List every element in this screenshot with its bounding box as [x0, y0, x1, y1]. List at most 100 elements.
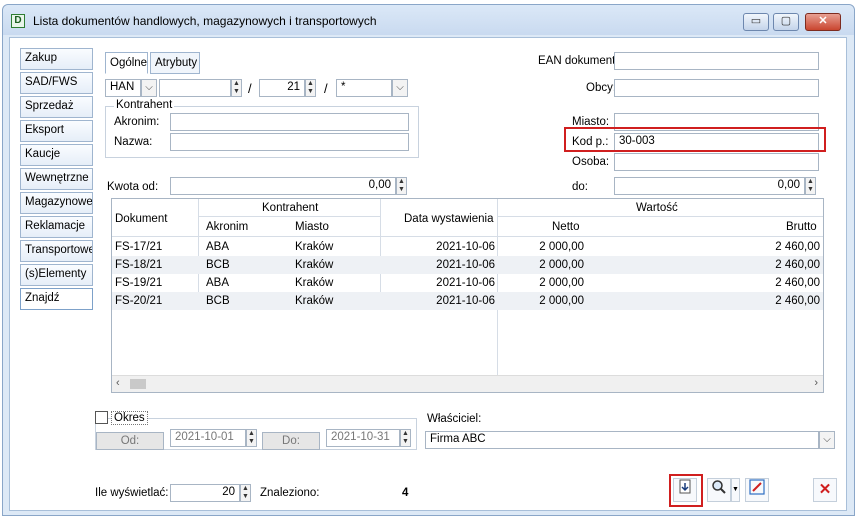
cell-akronim: BCB	[206, 259, 230, 271]
kwota-do-label: do:	[572, 181, 588, 193]
sidebar-item-transportowe[interactable]: Transportowe	[20, 240, 93, 262]
ile-wyswietlac-label: Ile wyświetlać:	[95, 487, 169, 499]
wlasciciel-dropdown-icon[interactable]: ⌵	[819, 431, 835, 449]
sidebar-item-zakup[interactable]: Zakup	[20, 48, 93, 70]
header-kontrahent[interactable]: Kontrahent	[262, 202, 318, 214]
cell-akronim: ABA	[206, 277, 230, 289]
sidebar-item-wewnetrzne[interactable]: Wewnętrzne	[20, 168, 93, 190]
cell-dokument: FS-18/21	[115, 259, 163, 271]
kwota-od-label: Kwota od:	[107, 181, 159, 193]
header-akronim[interactable]: Akronim	[206, 221, 248, 233]
grid-line	[112, 236, 823, 237]
table-row[interactable]: FS-18/21 BCB Kraków 2021-10-06 2 000,00 …	[112, 256, 823, 274]
cell-dokument: FS-20/21	[115, 295, 163, 307]
table-row[interactable]: FS-17/21 ABA Kraków 2021-10-06 2 000,00 …	[112, 238, 823, 256]
cell-dokument: FS-17/21	[115, 241, 163, 253]
cell-brutto: 2 460,00	[775, 259, 820, 271]
window: D Lista dokumentów handlowych, magazynow…	[2, 4, 855, 516]
title-bar: D Lista dokumentów handlowych, magazynow…	[3, 5, 854, 35]
ile-wyswietlac-stepper[interactable]: ▲ ▼	[240, 484, 251, 502]
tab-atrybuty[interactable]: Atrybuty	[150, 52, 200, 74]
table-row[interactable]: FS-20/21 BCB Kraków 2021-10-06 2 000,00 …	[112, 292, 823, 310]
kontrahent-group-label: Kontrahent	[114, 99, 175, 111]
year-stepper[interactable]: ▲ ▼	[305, 79, 316, 97]
sidebar-item-reklamacje[interactable]: Reklamacje	[20, 216, 93, 238]
sidebar-item-selementy[interactable]: (s)Elementy	[20, 264, 93, 286]
export-highlight-frame	[669, 474, 703, 507]
edit-icon[interactable]	[745, 478, 769, 502]
ean-input[interactable]	[614, 52, 819, 70]
scroll-right-icon[interactable]: ›	[814, 377, 818, 389]
cell-netto: 2 000,00	[539, 241, 584, 253]
cell-netto: 2 000,00	[539, 277, 584, 289]
od-button[interactable]: Od:	[96, 432, 164, 450]
header-data-wystawienia[interactable]: Data wystawienia	[404, 213, 493, 225]
okres-label: Okres	[111, 411, 148, 425]
kwota-do-input[interactable]: 0,00	[614, 177, 805, 195]
tab-ogolne[interactable]: Ogólne	[105, 52, 148, 74]
documents-table[interactable]: Dokument Kontrahent Akronim Miasto Data …	[111, 198, 824, 393]
znaleziono-count: 4	[402, 487, 409, 499]
sidebar-item-sad-fws[interactable]: SAD/FWS	[20, 72, 93, 94]
series-select[interactable]: *	[336, 79, 392, 97]
osoba-input[interactable]	[614, 153, 819, 171]
od-date-input[interactable]: 2021-10-01	[170, 429, 246, 447]
kwota-od-stepper[interactable]: ▲ ▼	[396, 177, 407, 195]
akronim-input[interactable]	[170, 113, 409, 131]
znaleziono-label: Znaleziono:	[260, 487, 320, 499]
sidebar-item-znajdz[interactable]: Znajdź	[20, 288, 93, 310]
slash-separator: /	[248, 81, 252, 96]
osoba-label: Osoba:	[572, 156, 610, 168]
wlasciciel-label: Właściciel:	[427, 413, 482, 425]
header-miasto[interactable]: Miasto	[295, 221, 329, 233]
search-options-dropdown-icon[interactable]: ▼	[731, 478, 740, 502]
cell-data: 2021-10-06	[436, 277, 495, 289]
cell-miasto: Kraków	[295, 259, 334, 271]
close-window-button[interactable]: ✕	[805, 13, 841, 31]
kwota-od-input[interactable]: 0,00	[170, 177, 396, 195]
close-icon[interactable]: ✕	[813, 478, 837, 502]
doc-type-dropdown-icon[interactable]: ⌵	[141, 79, 157, 97]
cell-dokument: FS-19/21	[115, 277, 163, 289]
search-icon[interactable]	[707, 478, 731, 502]
cell-akronim: BCB	[206, 295, 230, 307]
header-brutto[interactable]: Brutto	[786, 221, 817, 233]
kwota-do-stepper[interactable]: ▲ ▼	[805, 177, 816, 195]
grid-line	[198, 216, 380, 217]
doc-number-input[interactable]	[159, 79, 231, 97]
horizontal-scrollbar[interactable]: ‹ ›	[112, 375, 823, 392]
ile-wyswietlac-input[interactable]: 20	[170, 484, 240, 502]
okres-checkbox[interactable]	[95, 411, 108, 424]
do-button[interactable]: Do:	[262, 432, 320, 450]
cell-netto: 2 000,00	[539, 259, 584, 271]
table-row[interactable]: FS-19/21 ABA Kraków 2021-10-06 2 000,00 …	[112, 274, 823, 292]
od-date-stepper[interactable]: ▲ ▼	[246, 429, 257, 447]
header-wartosc[interactable]: Wartość	[636, 202, 678, 214]
sidebar-item-eksport[interactable]: Eksport	[20, 120, 93, 142]
doc-number-stepper[interactable]: ▲ ▼	[231, 79, 242, 97]
cell-akronim: ABA	[206, 241, 230, 253]
cell-brutto: 2 460,00	[775, 295, 820, 307]
obcy-input[interactable]	[614, 79, 819, 97]
scroll-left-icon[interactable]: ‹	[116, 377, 120, 389]
maximize-button[interactable]: ▢	[773, 13, 799, 31]
nazwa-label: Nazwa:	[114, 136, 153, 148]
cell-data: 2021-10-06	[436, 241, 495, 253]
doc-type-select[interactable]: HAN	[105, 79, 141, 97]
cell-brutto: 2 460,00	[775, 277, 820, 289]
sidebar-item-sprzedaz[interactable]: Sprzedaż	[20, 96, 93, 118]
sidebar-item-magazynowe[interactable]: Magazynowe	[20, 192, 93, 214]
series-dropdown-icon[interactable]: ⌵	[392, 79, 408, 97]
cell-data: 2021-10-06	[436, 295, 495, 307]
app-icon: D	[11, 14, 25, 28]
nazwa-input[interactable]	[170, 133, 409, 151]
do-date-stepper[interactable]: ▲ ▼	[400, 429, 411, 447]
do-date-input[interactable]: 2021-10-31	[326, 429, 400, 447]
year-input[interactable]: 21	[259, 79, 305, 97]
minimize-button[interactable]: ▭	[743, 13, 769, 31]
wlasciciel-select[interactable]: Firma ABC	[425, 431, 819, 449]
header-dokument[interactable]: Dokument	[115, 213, 167, 225]
sidebar-item-kaucje[interactable]: Kaucje	[20, 144, 93, 166]
scroll-thumb[interactable]	[130, 379, 146, 389]
header-netto[interactable]: Netto	[552, 221, 580, 233]
